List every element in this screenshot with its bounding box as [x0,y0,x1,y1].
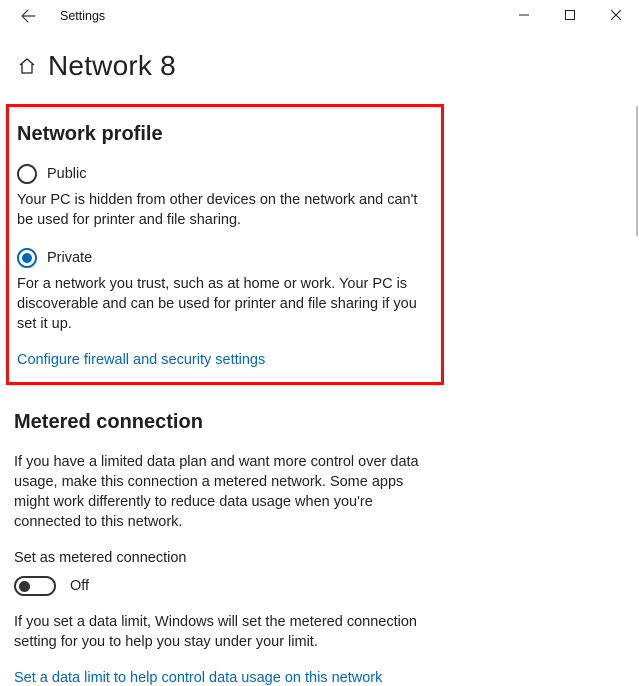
close-button[interactable] [593,0,639,30]
maximize-button[interactable] [547,0,593,30]
radio-public-label: Public [47,166,87,182]
network-profile-heading: Network profile [17,123,433,146]
titlebar: Settings [0,0,639,32]
data-limit-description: If you set a data limit, Windows will se… [14,612,436,652]
content: Network profile Public Your PC is hidden… [0,104,450,686]
metered-toggle-label: Set as metered connection [14,550,436,566]
toggle-knob [19,581,30,592]
back-button[interactable] [14,2,42,30]
metered-toggle-state: Off [70,578,89,594]
metered-toggle[interactable] [14,576,56,596]
metered-toggle-row: Off [14,576,436,596]
private-description: For a network you trust, such as at home… [17,274,433,334]
page-title: Network 8 [48,50,176,82]
minimize-button[interactable] [501,0,547,30]
scrollbar[interactable] [636,106,638,236]
metered-description: If you have a limited data plan and want… [14,452,436,532]
radio-private[interactable]: Private [17,248,433,268]
radio-private-dot [22,253,32,263]
data-limit-link[interactable]: Set a data limit to help control data us… [14,670,436,686]
close-icon [611,10,621,20]
firewall-settings-link[interactable]: Configure firewall and security settings [17,352,433,368]
arrow-left-icon [20,8,36,24]
radio-private-indicator [17,248,37,268]
titlebar-app-name: Settings [60,9,105,23]
maximize-icon [565,10,575,20]
metered-connection-section: Metered connection If you have a limited… [14,411,436,686]
public-description: Your PC is hidden from other devices on … [17,190,433,230]
page-header: Network 8 [0,32,639,104]
metered-heading: Metered connection [14,411,436,434]
home-icon-svg [18,57,36,75]
home-icon[interactable] [14,53,40,79]
radio-public[interactable]: Public [17,164,433,184]
radio-public-indicator [17,164,37,184]
radio-private-label: Private [47,250,92,266]
network-profile-section: Network profile Public Your PC is hidden… [6,104,444,385]
minimize-icon [519,10,529,20]
window-controls [501,0,639,30]
